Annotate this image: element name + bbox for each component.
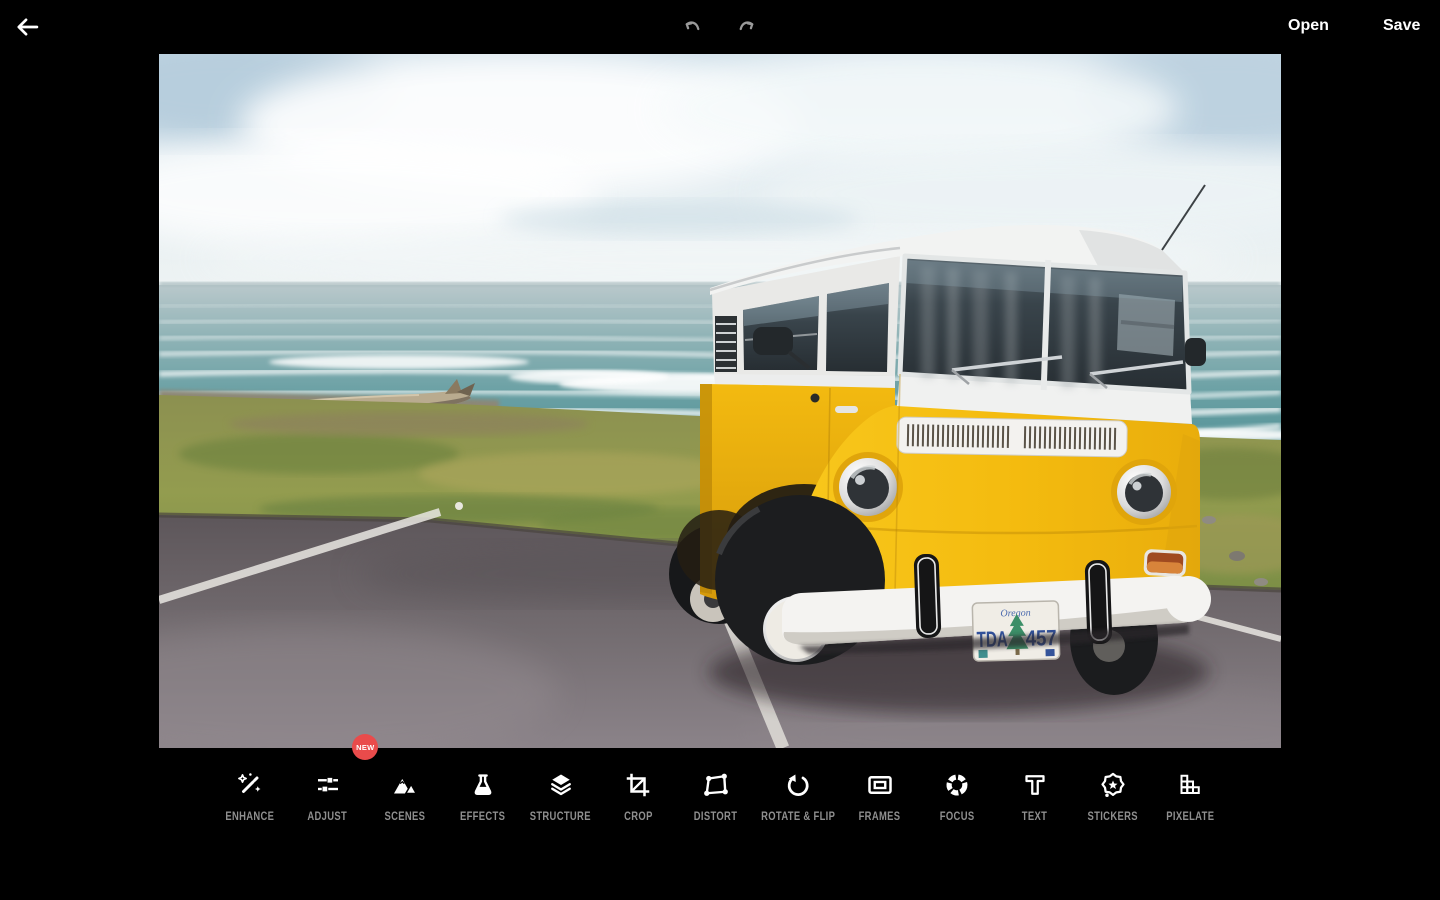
tool-effects[interactable]: EFFECTS	[444, 748, 522, 823]
top-bar: Open Save	[0, 0, 1440, 54]
tool-frames[interactable]: FRAMES	[841, 748, 919, 823]
bumper-guard-left	[914, 554, 942, 639]
undo-icon[interactable]	[679, 15, 705, 41]
aperture-icon	[942, 770, 972, 800]
photo-editor-app: Open Save	[0, 0, 1440, 900]
tool-label: EFFECTS	[460, 811, 505, 823]
tool-label: STRUCTURE	[530, 811, 591, 823]
rotate-arrow-icon	[783, 770, 813, 800]
back-arrow-icon[interactable]	[13, 13, 41, 41]
magic-wand-icon	[235, 770, 265, 800]
tool-stickers[interactable]: STICKERS	[1074, 748, 1152, 823]
tool-label: CROP	[624, 811, 653, 823]
tool-label: ENHANCE	[225, 811, 274, 823]
tool-label: FOCUS	[940, 811, 975, 823]
tool-label: SCENES	[385, 811, 426, 823]
tool-text[interactable]: TEXT	[996, 748, 1074, 823]
save-button[interactable]: Save	[1383, 17, 1420, 35]
tool-structure[interactable]: STRUCTURE	[522, 748, 600, 823]
tool-label: ROTATE & FLIP	[761, 811, 835, 823]
tool-crop[interactable]: CROP	[599, 748, 677, 823]
layers-icon	[546, 770, 576, 800]
tool-focus[interactable]: FOCUS	[918, 748, 996, 823]
license-plate: Oregon TDA 457	[972, 601, 1059, 661]
tool-rotate-flip[interactable]: ROTATE & FLIP	[755, 748, 841, 823]
windshield	[900, 256, 1189, 392]
tool-adjust[interactable]: NEW ADJUST	[289, 748, 367, 823]
side-mirror-right	[1185, 338, 1206, 366]
tool-label: PIXELATE	[1166, 811, 1214, 823]
turn-signal-right	[1143, 549, 1186, 577]
tool-label: STICKERS	[1087, 811, 1137, 823]
tool-enhance[interactable]: ENHANCE	[211, 748, 289, 823]
flask-icon	[468, 770, 498, 800]
tool-pixelate[interactable]: PIXELATE	[1151, 748, 1229, 823]
mountains-icon	[390, 770, 420, 800]
editing-toolbar: ENHANCE NEW ADJUST SCENES	[159, 748, 1281, 850]
frame-icon	[865, 770, 895, 800]
headlight-right	[1111, 459, 1177, 525]
crop-icon	[623, 770, 653, 800]
distort-quad-icon	[701, 770, 731, 800]
redo-icon[interactable]	[734, 15, 760, 41]
open-button[interactable]: Open	[1288, 17, 1329, 35]
front-grille	[897, 417, 1128, 457]
tool-label: DISTORT	[694, 811, 738, 823]
sliders-icon	[313, 770, 343, 800]
tool-scenes[interactable]: SCENES	[366, 748, 444, 823]
photo-canvas: Oregon TDA 457	[159, 54, 1281, 748]
beach-bus-photo: Oregon TDA 457	[159, 54, 1281, 748]
tool-label: TEXT	[1022, 811, 1047, 823]
pixel-grid-icon	[1175, 770, 1205, 800]
tool-label: ADJUST	[308, 811, 348, 823]
badge-star-icon	[1098, 770, 1128, 800]
tool-label: FRAMES	[859, 811, 901, 823]
tool-distort[interactable]: DISTORT	[677, 748, 755, 823]
door-handle	[835, 406, 858, 413]
android-nav-bar	[0, 850, 1440, 900]
letter-t-icon	[1020, 770, 1050, 800]
